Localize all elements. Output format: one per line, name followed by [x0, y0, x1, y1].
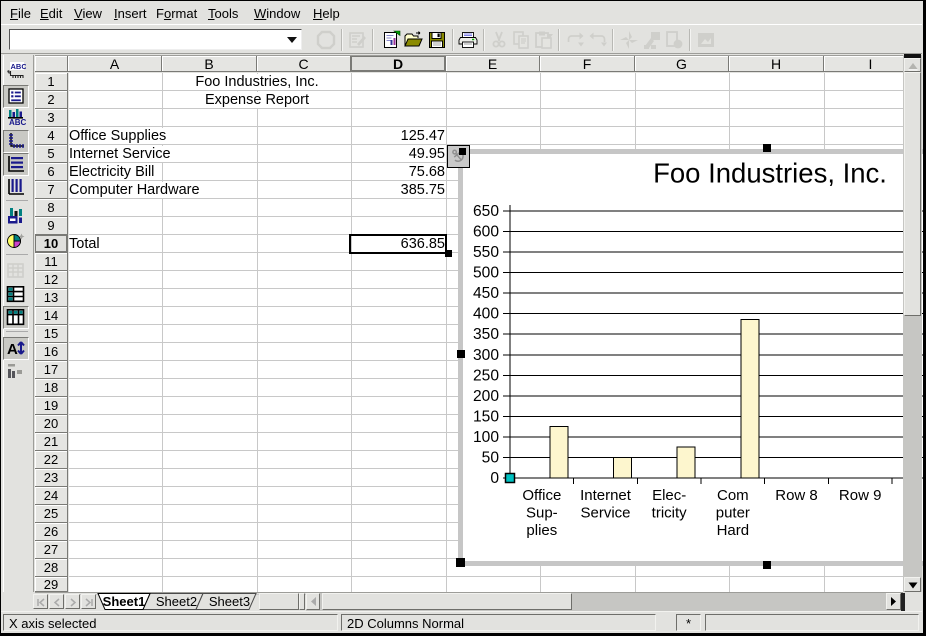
svg-text:ABC: ABC	[11, 62, 27, 71]
svg-text:50: 50	[482, 449, 500, 466]
svg-text:200: 200	[473, 388, 499, 405]
svg-text:Sheet1: Sheet1	[103, 594, 146, 609]
svg-text:Sheet3: Sheet3	[209, 594, 250, 609]
svg-text:650: 650	[473, 203, 499, 220]
svg-text:350: 350	[473, 326, 499, 343]
svg-text:150: 150	[473, 408, 499, 425]
svg-text:Elec-: Elec-	[652, 487, 686, 504]
svg-text:600: 600	[473, 224, 499, 241]
svg-text:Sheet2: Sheet2	[156, 594, 197, 609]
svg-text:Office: Office	[522, 487, 561, 504]
svg-text:puter: puter	[716, 505, 750, 522]
svg-text:tricity: tricity	[652, 505, 687, 522]
svg-text:Hard: Hard	[717, 522, 750, 539]
svg-text:A: A	[7, 341, 18, 357]
svg-text:300: 300	[473, 347, 499, 364]
svg-text:500: 500	[473, 265, 499, 282]
svg-text:ABC: ABC	[9, 118, 26, 125]
svg-text:Internet: Internet	[580, 487, 632, 504]
svg-text:550: 550	[473, 244, 499, 261]
svg-text:400: 400	[473, 306, 499, 323]
svg-text:Sup-: Sup-	[526, 505, 558, 522]
svg-text:Service: Service	[580, 505, 630, 522]
svg-text:450: 450	[473, 285, 499, 302]
svg-text:plies: plies	[526, 522, 557, 539]
svg-text:Foo Industries, Inc.: Foo Industries, Inc.	[653, 158, 887, 189]
svg-text:250: 250	[473, 367, 499, 384]
svg-text:100: 100	[473, 429, 499, 446]
svg-text:0: 0	[490, 470, 499, 487]
svg-text:Row 9: Row 9	[839, 487, 882, 504]
svg-text:Row 8: Row 8	[775, 487, 818, 504]
svg-text:Com: Com	[717, 487, 749, 504]
